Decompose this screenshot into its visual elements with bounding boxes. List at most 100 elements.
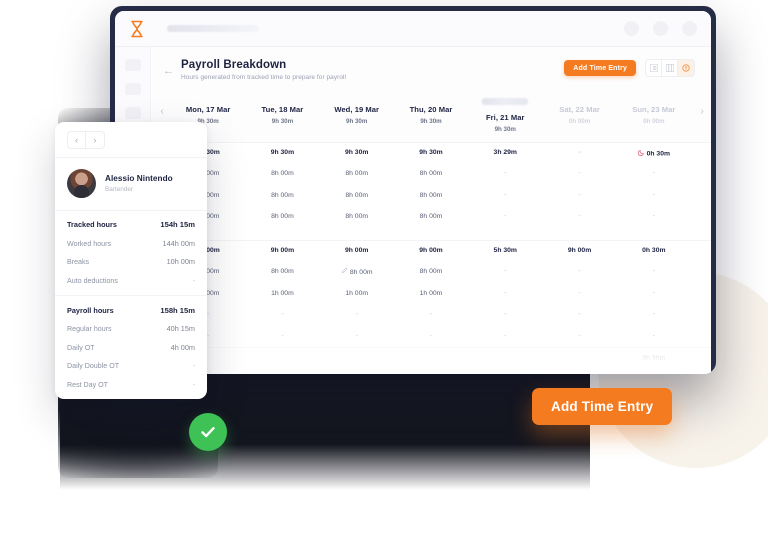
table-cell[interactable]: - xyxy=(394,333,468,340)
table-cell[interactable]: 9h 30m xyxy=(320,149,394,156)
table-cell[interactable]: - xyxy=(468,311,542,318)
table-cell[interactable]: 8h 00m xyxy=(320,192,394,199)
list-view-icon[interactable] xyxy=(646,60,662,76)
stat-row: Rest Day OT - xyxy=(67,380,195,389)
add-time-entry-button-small[interactable]: Add Time Entry xyxy=(564,60,636,76)
date-column[interactable]: Thu, 20 Mar 9h 30m xyxy=(394,95,468,133)
table-cell[interactable]: 9h 00m xyxy=(245,247,319,254)
table-cell[interactable]: 5h 30m xyxy=(468,247,542,254)
table-cell[interactable]: - xyxy=(245,355,319,362)
payroll-hours-group: Payroll hours 158h 15m Regular hours 40h 15… xyxy=(55,294,207,399)
table-cell[interactable]: - xyxy=(542,290,616,297)
table-cell[interactable]: - xyxy=(617,333,691,340)
table-cell[interactable]: - xyxy=(320,311,394,318)
table-cell[interactable]: 9h 00m xyxy=(320,247,394,254)
window-dot[interactable] xyxy=(653,21,668,36)
table-cell[interactable]: - xyxy=(468,333,542,340)
add-time-entry-button[interactable]: Add Time Entry xyxy=(532,388,673,425)
table-cell[interactable]: - xyxy=(617,268,691,275)
table-cell[interactable]: - xyxy=(542,192,616,199)
table-cell[interactable]: - xyxy=(468,355,542,362)
table-cell[interactable]: - xyxy=(617,192,691,199)
table-row[interactable]: 8h 00m 8h 00m 8h 00m 8h 00m - - - xyxy=(151,206,711,228)
chevron-left-icon[interactable]: ‹ xyxy=(157,106,167,117)
table-cell[interactable]: 1h 00m xyxy=(245,290,319,297)
table-cell[interactable]: - xyxy=(245,311,319,318)
table-cell[interactable]: 8h 00m xyxy=(320,170,394,177)
url-bar[interactable] xyxy=(167,25,259,32)
table-row[interactable]: 1h 00m 1h 00m 1h 00m 1h 00m - - - xyxy=(151,283,711,305)
table-cell[interactable]: 9h 30m xyxy=(394,149,468,156)
prev-employee-button[interactable]: ‹ xyxy=(67,131,86,149)
table-cell[interactable]: 9h 00m xyxy=(394,247,468,254)
table-cell[interactable]: 8h 00m xyxy=(394,192,468,199)
table-cell[interactable]: - xyxy=(320,355,394,362)
table-row[interactable]: ------- xyxy=(151,304,711,326)
sidebar-item-placeholder[interactable] xyxy=(124,107,141,119)
table-cell[interactable]: - xyxy=(542,213,616,220)
table-cell[interactable]: 8h 00m xyxy=(245,170,319,177)
chevron-right-icon[interactable]: › xyxy=(697,106,707,117)
table-cell[interactable]: - xyxy=(542,333,616,340)
table-cell[interactable]: - xyxy=(542,311,616,318)
badge-spacer xyxy=(245,95,319,105)
table-cell[interactable]: - xyxy=(468,290,542,297)
table-cell[interactable]: - xyxy=(468,192,542,199)
table-row[interactable]: 9h 00m 9h 00m 9h 00m 9h 00m 5h 30m 9h 00m 0h 3… xyxy=(151,239,711,262)
table-cell[interactable]: 8h 00m xyxy=(245,192,319,199)
date-column[interactable]: Wed, 19 Mar 9h 30m xyxy=(320,95,394,133)
window-dot[interactable] xyxy=(624,21,639,36)
date-column[interactable]: Tue, 18 Mar 9h 30m xyxy=(245,95,319,133)
table-cell[interactable]: 8h 00m xyxy=(394,268,468,275)
table-cell[interactable]: - xyxy=(617,290,691,297)
window-dot[interactable] xyxy=(682,21,697,36)
table-row[interactable]: - - - - - -0h 30m xyxy=(151,347,711,369)
table-cell[interactable]: 1h 00m xyxy=(394,290,468,297)
table-cell[interactable]: - xyxy=(542,268,616,275)
payroll-ready-badge xyxy=(482,97,529,105)
table-cell[interactable]: - xyxy=(320,333,394,340)
table-cell[interactable]: - xyxy=(617,311,691,318)
table-cell[interactable]: - xyxy=(542,170,616,177)
next-employee-button[interactable]: › xyxy=(86,131,105,149)
sidebar-item-placeholder[interactable] xyxy=(124,83,141,95)
table-cell[interactable]: - xyxy=(394,311,468,318)
table-cell[interactable]: - xyxy=(394,355,468,362)
table-cell[interactable]: 3h 29m xyxy=(468,149,542,156)
stat-row: Daily OT 4h 00m xyxy=(67,343,195,352)
payroll-view-icon[interactable] xyxy=(678,60,694,76)
table-cell[interactable]: 0h 30m xyxy=(617,149,691,157)
table-cell[interactable]: 8h 00m xyxy=(245,268,319,275)
table-cell[interactable]: 8h 00m xyxy=(245,213,319,220)
date-column[interactable]: Sun, 23 Mar 0h 00m xyxy=(617,95,691,133)
hourglass-icon xyxy=(129,20,145,38)
table-row[interactable]: 9h 30m 9h 30m 9h 30m 9h 30m 3h 29m -0h 30m xyxy=(151,141,711,164)
table-cell[interactable]: - xyxy=(245,333,319,340)
table-cell[interactable]: 8h 00m xyxy=(394,213,468,220)
table-row[interactable]: 8h 00m 8h 00m 8h 00m 8h 00m - - - xyxy=(151,163,711,185)
arrow-left-icon[interactable]: ← xyxy=(163,65,175,77)
table-cell[interactable]: - xyxy=(468,213,542,220)
columns-view-icon[interactable] xyxy=(662,60,678,76)
date-hours: 0h 00m xyxy=(568,117,591,125)
table-cell[interactable]: 0h 30m xyxy=(617,355,691,362)
table-cell[interactable]: 9h 00m xyxy=(542,247,616,254)
table-cell[interactable]: - xyxy=(542,149,616,156)
table-cell[interactable]: 8h 00m xyxy=(320,213,394,220)
table-row[interactable]: 8h 00m 8h 00m 8h 00m 8h 00m - - - xyxy=(151,261,711,283)
table-cell[interactable]: 9h 30m xyxy=(245,149,319,156)
table-cell[interactable]: - xyxy=(542,355,616,362)
table-row[interactable]: 8h 00m 8h 00m 8h 00m 8h 00m - - - xyxy=(151,185,711,207)
table-cell[interactable]: - xyxy=(468,170,542,177)
table-cell[interactable]: - xyxy=(468,268,542,275)
table-cell[interactable]: 1h 00m xyxy=(320,290,394,297)
date-column[interactable]: Sat, 22 Mar 0h 00m xyxy=(542,95,616,133)
table-cell[interactable]: - xyxy=(617,213,691,220)
table-cell[interactable]: 0h 30m xyxy=(617,247,691,254)
date-column[interactable]: Fri, 21 Mar 9h 30m xyxy=(468,95,542,133)
table-cell[interactable]: 8h 00m xyxy=(394,170,468,177)
table-cell[interactable]: - xyxy=(617,170,691,177)
table-row[interactable]: ------- xyxy=(151,326,711,348)
table-cell[interactable]: 8h 00m xyxy=(320,267,394,276)
sidebar-item-placeholder[interactable] xyxy=(124,59,141,71)
